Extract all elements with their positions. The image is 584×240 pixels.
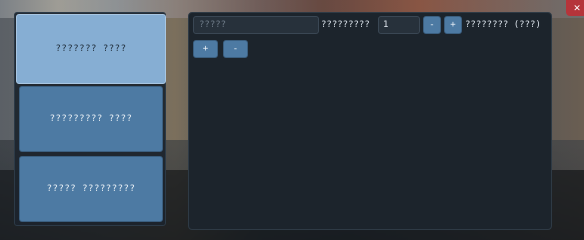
close-icon: ✕	[573, 1, 581, 14]
menu-panel: ??????? ???? ????????? ???? ????? ??????…	[14, 12, 166, 226]
unit-label: ???????? (???)	[465, 20, 541, 30]
close-button[interactable]: ✕	[566, 0, 584, 16]
increment-button[interactable]: +	[444, 16, 462, 34]
remove-button[interactable]: -	[223, 40, 248, 58]
menu-item-2[interactable]: ????????? ????	[19, 86, 163, 152]
menu-item-1[interactable]: ??????? ????	[16, 14, 166, 84]
decrement-button[interactable]: -	[423, 16, 441, 34]
add-button-label: +	[202, 44, 209, 54]
quantity-input[interactable]	[378, 16, 420, 34]
menu-item-2-label: ????????? ????	[49, 114, 133, 124]
menu-item-3-label: ????? ?????????	[46, 184, 136, 194]
decrement-button-label: -	[429, 20, 435, 30]
menu-item-1-label: ??????? ????	[55, 44, 127, 54]
add-button[interactable]: +	[193, 40, 218, 58]
remove-button-label: -	[232, 44, 239, 54]
quantity-label: ?????????	[321, 20, 370, 30]
name-input[interactable]	[193, 16, 319, 34]
menu-item-3[interactable]: ????? ?????????	[19, 156, 163, 222]
content-panel: ????????? - + ???????? (???) + -	[188, 12, 552, 230]
increment-button-label: +	[450, 20, 456, 30]
